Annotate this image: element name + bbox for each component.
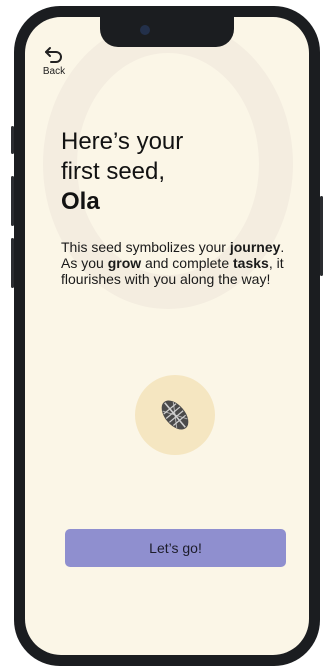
desc-emphasis-grow: grow	[107, 255, 142, 271]
user-name: Ola	[61, 188, 100, 215]
phone-volume-down	[11, 238, 14, 288]
phone-power-button	[320, 196, 323, 276]
phone-frame: Back Here’s your first seed, Ola This se…	[11, 6, 323, 666]
desc-text-3: and complete	[141, 255, 233, 271]
lets-go-button[interactable]: Let’s go!	[65, 529, 286, 567]
phone-volume-up	[11, 176, 14, 226]
desc-emphasis-tasks: tasks	[233, 255, 269, 271]
back-label: Back	[42, 66, 66, 77]
desc-emphasis-journey: journey	[229, 239, 281, 255]
phone-notch	[100, 17, 234, 47]
page-title: Here’s your first seed, Ola	[61, 127, 281, 217]
back-arrow-icon	[35, 45, 73, 65]
title-line-1: Here’s your	[61, 128, 184, 155]
desc-text-1: This seed symbolizes your	[61, 239, 230, 255]
camera-icon	[140, 25, 150, 35]
app-screen: Back Here’s your first seed, Ola This se…	[25, 17, 309, 655]
seed-description: This seed symbolizes your journey. As yo…	[61, 239, 291, 287]
cocoa-seed-icon	[161, 400, 189, 430]
phone-side-button	[11, 126, 14, 154]
back-button[interactable]: Back	[35, 45, 73, 77]
title-line-2: first seed,	[61, 158, 166, 185]
seed-badge	[135, 375, 215, 455]
